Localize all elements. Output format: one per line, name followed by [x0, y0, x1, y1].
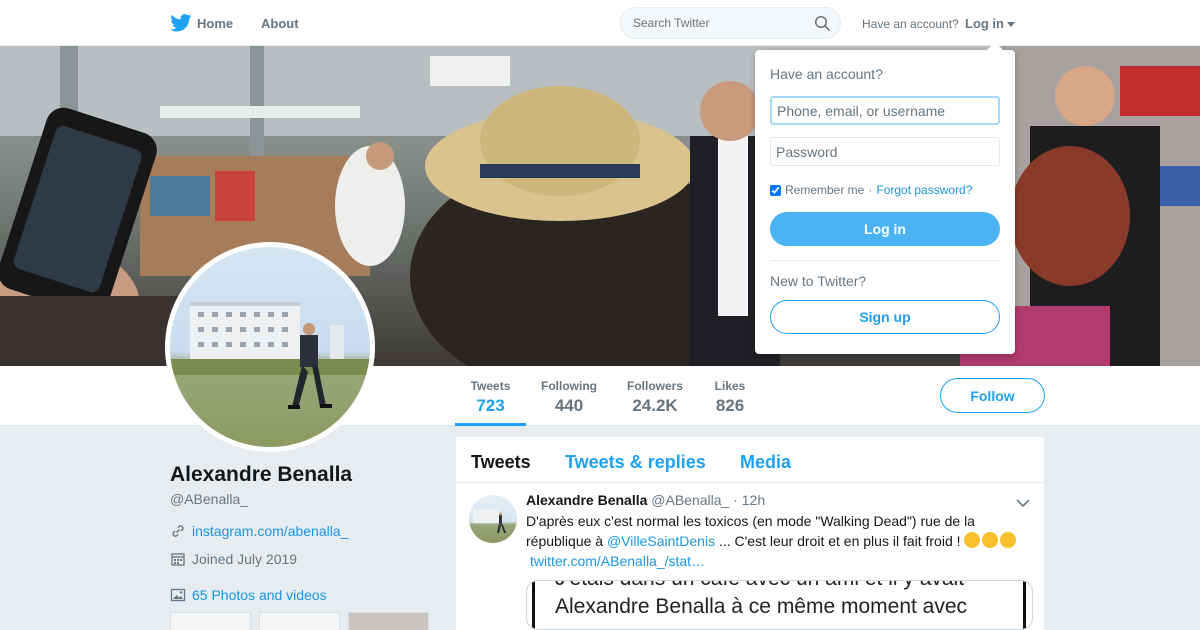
new-to-twitter-text: New to Twitter? — [770, 273, 867, 289]
tab-media[interactable]: Media — [740, 452, 791, 473]
profile-joined-date: Joined July 2019 — [192, 551, 298, 567]
tweet-author-avatar[interactable] — [469, 495, 517, 543]
calendar-icon — [171, 553, 185, 566]
login-button[interactable]: Log in — [770, 212, 1000, 246]
stat-value: 24.2K — [632, 396, 678, 415]
separator-dot: · — [868, 183, 873, 197]
profile-name: Alexandre Benalla — [170, 463, 353, 486]
username-field[interactable] — [770, 96, 1000, 125]
chevron-down-icon[interactable] — [1016, 498, 1030, 508]
tab-tweets[interactable]: Tweets — [471, 452, 531, 473]
stat-label: Followers — [626, 379, 683, 393]
search-icon[interactable] — [814, 15, 830, 31]
nav-home-link[interactable]: Home — [197, 16, 233, 31]
tweet-avatar-photo — [473, 509, 506, 533]
remember-me-row: Remember me · Forgot password? — [770, 183, 972, 197]
stat-following[interactable]: Following 440 — [531, 366, 607, 426]
login-toggle-label: Log in — [965, 16, 1004, 31]
profile-website-row: instagram.com/abenalla_ — [170, 523, 348, 539]
stat-value: 440 — [554, 396, 584, 415]
stat-value: 826 — [715, 396, 745, 415]
nav-about-link[interactable]: About — [261, 16, 299, 31]
divider — [770, 260, 1000, 261]
stat-value: 723 — [476, 396, 505, 415]
remember-me-checkbox[interactable] — [770, 184, 781, 196]
dropdown-title: Have an account? — [770, 66, 883, 82]
avatar-scene — [170, 302, 370, 409]
login-dropdown: Have an account? Remember me · Forgot pa… — [755, 42, 1015, 354]
profile-avatar[interactable] — [165, 242, 375, 452]
search-box — [620, 7, 841, 39]
tweet-media-card[interactable]: J'étais dans un café avec un ami et il y… — [526, 580, 1033, 630]
photo-thumbnail[interactable] — [348, 612, 429, 630]
profile-photos-row: 65 Photos and videos — [170, 587, 327, 603]
link-icon — [172, 525, 184, 537]
signup-button[interactable]: Sign up — [770, 300, 1000, 334]
forgot-password-link[interactable]: Forgot password? — [876, 183, 972, 197]
tweet-media-image: J'étais dans un café avec un ami et il y… — [532, 581, 1026, 629]
search-input[interactable] — [633, 16, 803, 30]
caret-down-icon — [1007, 22, 1015, 28]
upside-down-face-emoji-icon — [964, 532, 981, 548]
profile-joined-row: Joined July 2019 — [170, 551, 297, 567]
stat-followers[interactable]: Followers 24.2K — [619, 366, 691, 426]
stat-label: Following — [541, 379, 597, 393]
media-text-line: J'étais dans un café avec un ami et il y… — [555, 581, 964, 591]
stat-tweets[interactable]: Tweets 723 — [455, 366, 526, 426]
remember-me-label[interactable]: Remember me — [785, 183, 864, 197]
tweet-text-part: ... C'est leur droit et en plus il fait … — [718, 533, 961, 549]
timeline-tabs: Tweets Tweets & replies Media — [456, 437, 1044, 483]
image-icon — [170, 588, 186, 602]
media-text-line: Alexandre Benalla à ce même moment avec — [555, 595, 968, 618]
profile-website-link[interactable]: instagram.com/abenalla_ — [192, 523, 348, 539]
login-dropdown-toggle[interactable]: Log in — [965, 16, 1015, 31]
follow-button[interactable]: Follow — [940, 378, 1045, 413]
tweet-header: Alexandre Benalla @ABenalla_ · 12h — [526, 492, 765, 508]
photo-thumbnail[interactable] — [259, 612, 340, 630]
photos-videos-link[interactable]: 65 Photos and videos — [192, 587, 327, 603]
top-navigation: Home About Have an account? Log in — [0, 0, 1200, 46]
have-account-text: Have an account? — [862, 17, 959, 31]
tweet-url-link[interactable]: twitter.com/ABenalla_/stat… — [530, 551, 1036, 571]
stat-label: Likes — [714, 379, 746, 393]
tweet-mention-link[interactable]: @VilleSaintDenis — [607, 533, 715, 549]
dropdown-arrow — [987, 42, 1003, 50]
tweet-author-name[interactable]: Alexandre Benalla — [526, 492, 647, 508]
stat-likes[interactable]: Likes 826 — [705, 366, 755, 426]
tweet-timestamp[interactable]: · 12h — [733, 492, 765, 508]
twitter-bird-icon[interactable] — [170, 14, 192, 32]
password-field[interactable] — [770, 137, 1000, 166]
upside-down-face-emoji-icon — [982, 532, 999, 548]
profile-handle[interactable]: @ABenalla_ — [170, 491, 248, 507]
photo-thumbnail[interactable] — [170, 612, 251, 630]
tweet-text: D'après eux c'est normal les toxicos (en… — [526, 511, 1036, 571]
avatar-photo — [170, 247, 370, 447]
photo-thumbnails — [170, 612, 429, 630]
tweet-author-handle[interactable]: @ABenalla_ — [651, 492, 729, 508]
stat-label: Tweets — [470, 379, 511, 393]
upside-down-face-emoji-icon — [1000, 532, 1017, 548]
tab-tweets-replies[interactable]: Tweets & replies — [565, 452, 706, 473]
